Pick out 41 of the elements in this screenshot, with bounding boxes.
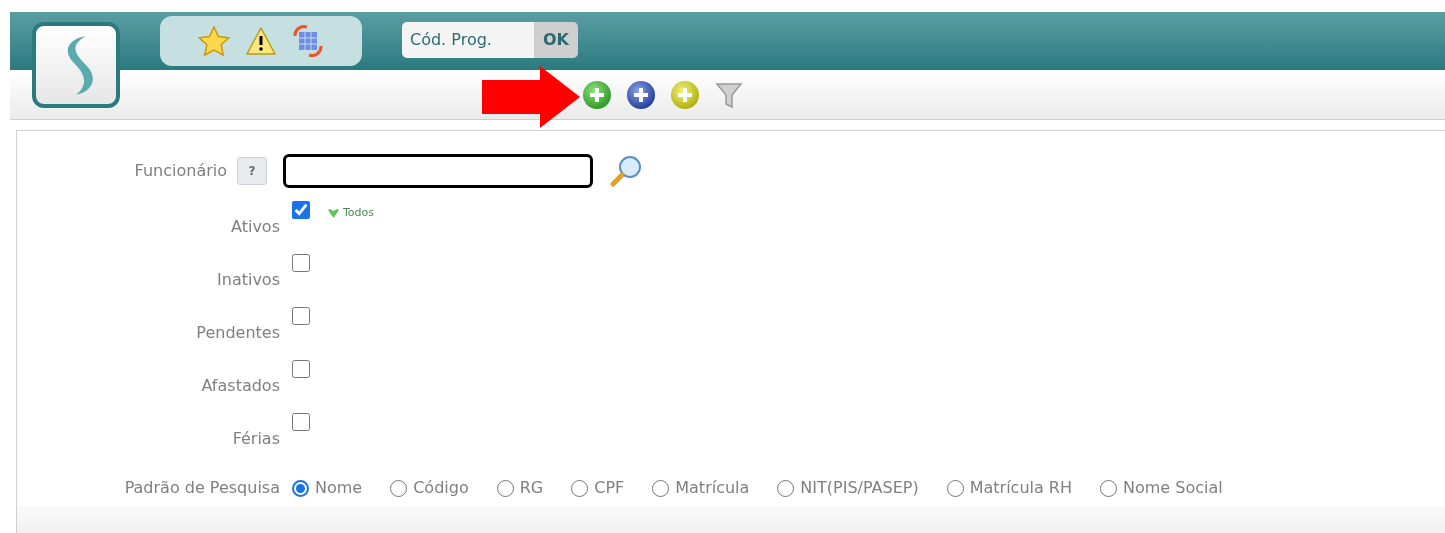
ok-button[interactable]: OK [534,22,578,58]
add-more-icon[interactable] [670,79,700,110]
option-label[interactable]: RG [519,476,544,500]
option-label[interactable]: NIT(PIS/PASEP) [800,476,919,500]
status-checkbox[interactable] [292,201,310,219]
sync-grid-icon[interactable] [291,24,325,58]
option-label[interactable]: Nome [315,476,363,500]
option-label[interactable]: Matrícula [675,476,750,500]
option-label[interactable]: CPF [594,476,625,500]
radio-button[interactable] [777,479,795,497]
status-checkbox[interactable] [292,360,310,378]
status-label: Pendentes [195,322,280,344]
field-label: Funcionário [133,160,227,182]
radio-button[interactable] [571,479,589,497]
status-checkbox[interactable] [292,254,310,272]
radio-button[interactable] [1100,479,1117,497]
star-icon[interactable] [197,25,231,57]
status-label: Inativos [216,269,280,291]
radio-button[interactable] [946,479,964,497]
status-label: Afastados [200,375,280,397]
help-icon[interactable]: ? [237,157,267,185]
option-label[interactable]: Matrícula RH [969,476,1072,500]
search-pattern-label: Padrão de Pesquisa [123,477,280,499]
select-all-link[interactable]: Todos [328,205,375,222]
status-checkbox[interactable] [292,413,310,431]
radio-button[interactable] [496,479,514,497]
status-label: Ativos [230,216,280,238]
radio-button[interactable] [390,479,408,497]
status-label: Férias [231,428,280,450]
link-text[interactable]: Todos [343,205,375,222]
status-checkbox[interactable] [292,307,310,325]
program-code-field[interactable]: Cód. Prog. [402,22,534,58]
employee-input-field[interactable] [283,154,593,188]
warning-icon[interactable] [245,26,277,56]
search-icon[interactable] [609,154,643,188]
add-icon[interactable] [582,79,612,110]
option-label[interactable]: Nome Social [1123,476,1223,500]
radio-button[interactable] [292,479,309,497]
radio-button[interactable] [652,479,670,497]
add-new-icon[interactable] [626,79,656,110]
option-label[interactable]: Código [413,476,469,500]
